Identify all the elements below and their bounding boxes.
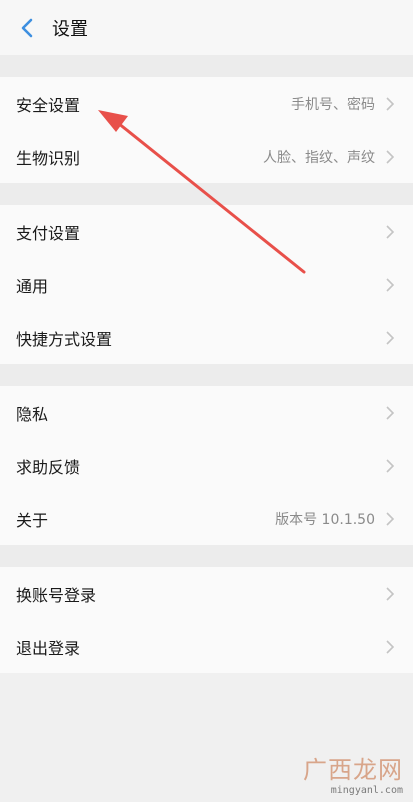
row-security-settings[interactable]: 安全设置 手机号、密码 [0,77,413,130]
page-title: 设置 [52,18,88,40]
chevron-right-icon [385,224,397,240]
row-label: 关于 [16,510,49,530]
section-gap [0,183,413,205]
row-shortcut-settings[interactable]: 快捷方式设置 [0,311,413,364]
chevron-right-icon [385,405,397,421]
top-bar: 设置 [0,0,413,55]
chevron-right-icon [385,277,397,293]
chevron-right-icon [385,149,397,165]
row-label: 换账号登录 [16,585,97,605]
row-label: 求助反馈 [16,457,81,477]
row-label: 退出登录 [16,638,81,658]
settings-group-account: 安全设置 手机号、密码 生物识别 人脸、指纹、声纹 [0,77,413,183]
row-switch-account[interactable]: 换账号登录 [0,567,413,620]
chevron-right-icon [385,639,397,655]
settings-group-about: 隐私 求助反馈 关于 版本号 10.1.50 [0,386,413,545]
watermark: 广西龙网 mingyanl.com [303,750,403,796]
row-label: 生物识别 [16,148,81,168]
chevron-right-icon [385,586,397,602]
row-about[interactable]: 关于 版本号 10.1.50 [0,492,413,545]
chevron-left-icon [21,18,33,37]
row-general[interactable]: 通用 [0,258,413,311]
row-label: 快捷方式设置 [16,329,113,349]
chevron-right-icon [385,458,397,474]
row-label: 支付设置 [16,223,81,243]
row-label: 安全设置 [16,95,81,115]
watermark-brand: 广西龙网 [303,756,403,784]
row-privacy[interactable]: 隐私 [0,386,413,439]
settings-group-session: 换账号登录 退出登录 [0,567,413,673]
section-gap [0,364,413,386]
watermark-url: mingyanl.com [330,785,403,796]
section-gap [0,55,413,77]
row-payment-settings[interactable]: 支付设置 [0,205,413,258]
settings-group-general: 支付设置 通用 快捷方式设置 [0,205,413,364]
chevron-right-icon [385,330,397,346]
row-logout[interactable]: 退出登录 [0,620,413,673]
section-gap [0,545,413,567]
chevron-right-icon [385,511,397,527]
version-value: 版本号 10.1.50 [275,511,375,528]
row-value: 手机号、密码 [291,96,375,113]
row-label: 通用 [16,276,49,296]
row-biometric[interactable]: 生物识别 人脸、指纹、声纹 [0,130,413,183]
row-value: 人脸、指纹、声纹 [263,149,375,166]
row-help-feedback[interactable]: 求助反馈 [0,439,413,492]
row-label: 隐私 [16,404,49,424]
back-button[interactable] [14,15,40,41]
chevron-right-icon [385,96,397,112]
